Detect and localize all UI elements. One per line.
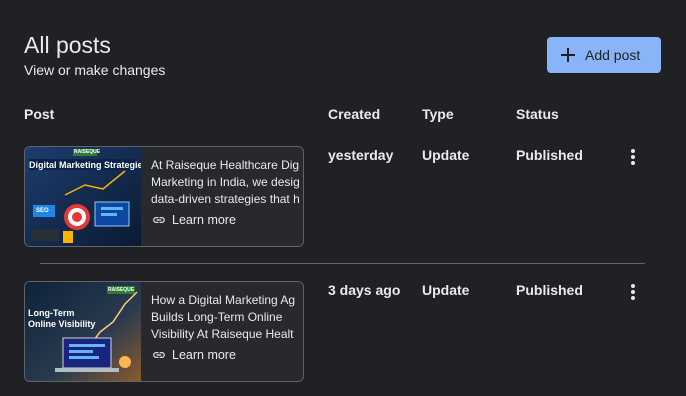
thumbnail-badge: RAISEQUE: [74, 149, 101, 155]
thumbnail-title: Long-Term: [28, 308, 75, 318]
more-vert-icon[interactable]: [621, 145, 645, 169]
link-icon: [153, 217, 165, 223]
created-cell: 3 days ago: [328, 282, 401, 298]
type-cell: Update: [422, 147, 470, 163]
post-excerpt: How a Digital Marketing Ag Builds Long-T…: [151, 292, 303, 343]
plus-icon: [561, 48, 575, 62]
learn-more-label: Learn more: [172, 213, 236, 227]
learn-more-link[interactable]: Learn more: [152, 348, 236, 362]
more-vert-icon[interactable]: [621, 280, 645, 304]
post-excerpt: At Raiseque Healthcare Dig Marketing in …: [151, 157, 303, 208]
add-post-label: Add post: [585, 47, 641, 63]
status-cell: Published: [516, 282, 583, 298]
learn-more-link[interactable]: Learn more: [152, 213, 236, 227]
link-icon: [153, 352, 165, 358]
thumbnail-tag: SEO: [36, 208, 49, 214]
row-divider: [40, 263, 645, 264]
post-card[interactable]: Digital Marketing Strategies RAISEQUE SE…: [24, 146, 304, 247]
post-excerpt-line: Marketing in India, we desig: [151, 175, 300, 189]
column-header-post: Post: [24, 106, 55, 122]
post-excerpt-line: How a Digital Marketing Ag: [151, 293, 296, 307]
thumbnail-title: Digital Marketing Strategies: [29, 160, 141, 170]
page-title: All posts: [24, 32, 111, 58]
post-excerpt-line: At Raiseque Healthcare Dig: [151, 158, 300, 172]
post-excerpt-line: data-driven strategies that h: [151, 192, 300, 206]
post-excerpt-line: Visibility At Raiseque Healt: [151, 327, 294, 341]
post-thumbnail: Long-Term Online Visibility RAISEQUE: [25, 282, 141, 381]
column-header-created: Created: [328, 106, 381, 122]
status-cell: Published: [516, 147, 583, 163]
learn-more-label: Learn more: [172, 348, 236, 362]
column-header-type: Type: [422, 106, 454, 122]
column-header-status: Status: [516, 106, 559, 122]
add-post-button[interactable]: Add post: [547, 37, 661, 73]
post-card[interactable]: Long-Term Online Visibility RAISEQUE How…: [24, 281, 304, 382]
thumbnail-badge: RAISEQUE: [108, 287, 135, 293]
post-thumbnail: Digital Marketing Strategies RAISEQUE SE…: [25, 147, 141, 246]
thumbnail-title: Online Visibility: [28, 319, 96, 329]
type-cell: Update: [422, 282, 470, 298]
created-cell: yesterday: [328, 147, 394, 163]
post-excerpt-line: Builds Long-Term Online: [151, 310, 283, 324]
page-subtitle: View or make changes: [24, 62, 166, 78]
